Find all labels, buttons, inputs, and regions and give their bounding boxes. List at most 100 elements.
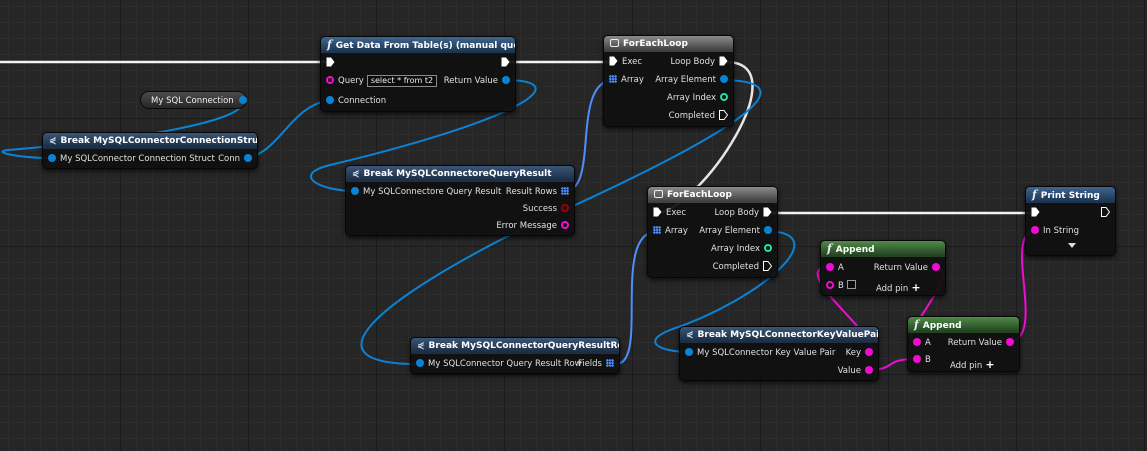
b-pin[interactable]: B bbox=[913, 353, 931, 367]
array-index-pin[interactable]: Array Index bbox=[711, 242, 772, 256]
exec-in-pin[interactable]: Exec bbox=[609, 55, 642, 69]
b-pin[interactable]: B bbox=[826, 279, 856, 293]
object-pin-icon bbox=[48, 154, 56, 162]
conn-out-pin[interactable]: Conn bbox=[218, 152, 252, 166]
foreach-loop-header-1[interactable]: ForEachLoop bbox=[604, 36, 733, 52]
query-result-in-pin[interactable]: My SQLConnectore Query Result bbox=[351, 185, 501, 199]
break-query-result-row-node[interactable]: ⋞ Break MySQLConnectorQueryResultRow My S… bbox=[410, 337, 620, 374]
foreach-loop-node-1[interactable]: ForEachLoop Exec Array Loop Body Array E… bbox=[603, 35, 734, 127]
array-pin-icon bbox=[561, 187, 569, 195]
plus-icon: + bbox=[911, 281, 921, 294]
foreach-loop-node-2[interactable]: ForEachLoop Exec Array Loop Body Array E… bbox=[647, 186, 778, 278]
value-pin[interactable]: Value bbox=[838, 364, 873, 378]
get-data-header[interactable]: f Get Data From Table(s) (manual query) bbox=[321, 37, 515, 53]
result-rows-pin[interactable]: Result Rows bbox=[506, 185, 569, 199]
add-pin-button[interactable]: Add pin + bbox=[950, 358, 995, 372]
array-pin-icon bbox=[609, 75, 617, 83]
completed-pin[interactable]: Completed bbox=[713, 260, 772, 274]
get-data-node[interactable]: f Get Data From Table(s) (manual query) Q… bbox=[320, 36, 516, 112]
break-connection-struct-node[interactable]: ⋞ Break MySQLConnectorConnectionStruct My… bbox=[42, 132, 258, 169]
exec-arrow-icon bbox=[326, 57, 335, 67]
b-input[interactable] bbox=[846, 280, 856, 289]
array-in-pin[interactable]: Array bbox=[653, 224, 688, 238]
object-pin-icon bbox=[685, 348, 693, 356]
connection-pin[interactable]: Connection bbox=[326, 94, 386, 108]
query-pin[interactable]: Query select * from t2 bbox=[326, 74, 438, 88]
macro-icon bbox=[610, 39, 619, 47]
integer-pin-icon bbox=[720, 93, 728, 101]
array-element-pin[interactable]: Array Element bbox=[699, 224, 772, 238]
string-pin-icon bbox=[932, 263, 940, 271]
function-icon: f bbox=[1032, 188, 1037, 201]
exec-in-pin[interactable] bbox=[326, 56, 339, 70]
array-in-pin[interactable]: Array bbox=[609, 73, 644, 87]
key-pin[interactable]: Key bbox=[846, 346, 873, 360]
append-node-1[interactable]: f Append A B Return Value Add pin + bbox=[820, 240, 946, 296]
query-result-row-pin[interactable]: My SQLConnector Query Result Row bbox=[416, 357, 582, 371]
array-index-pin[interactable]: Array Index bbox=[667, 91, 728, 105]
append-header-2[interactable]: f Append bbox=[908, 317, 1019, 333]
exec-arrow-icon bbox=[609, 56, 618, 66]
exec-in-pin[interactable] bbox=[1031, 206, 1044, 220]
break-key-value-pair-header[interactable]: ⋞ Break MySQLConnectorKeyValuePair bbox=[680, 327, 878, 343]
exec-arrow-icon bbox=[763, 207, 772, 217]
string-pin-icon bbox=[1006, 338, 1014, 346]
error-message-pin[interactable]: Error Message bbox=[496, 219, 569, 233]
integer-pin-icon bbox=[764, 244, 772, 252]
plus-icon: + bbox=[985, 358, 995, 371]
object-pin-icon bbox=[351, 187, 359, 195]
success-pin[interactable]: Success bbox=[523, 202, 569, 216]
break-query-result-row-header[interactable]: ⋞ Break MySQLConnectorQueryResultRow bbox=[411, 338, 619, 354]
query-input[interactable]: select * from t2 bbox=[366, 75, 438, 87]
return-value-pin[interactable]: Return Value bbox=[948, 336, 1014, 350]
exec-arrow-icon bbox=[719, 56, 728, 66]
array-element-pin[interactable]: Array Element bbox=[655, 73, 728, 87]
return-value-pin[interactable]: Return Value bbox=[874, 261, 940, 275]
append-node-2[interactable]: f Append A B Return Value Add pin + bbox=[907, 316, 1020, 372]
break-icon: ⋞ bbox=[49, 136, 57, 146]
break-connection-struct-header[interactable]: ⋞ Break MySQLConnectorConnectionStruct bbox=[43, 133, 257, 149]
string-pin-icon bbox=[826, 263, 834, 271]
exec-in-pin[interactable]: Exec bbox=[653, 206, 686, 220]
break-icon: ⋞ bbox=[352, 169, 360, 179]
string-pin-icon bbox=[913, 338, 921, 346]
completed-pin[interactable]: Completed bbox=[669, 109, 728, 123]
function-icon: f bbox=[827, 242, 832, 255]
array-pin-icon bbox=[606, 359, 614, 367]
connection-struct-pin[interactable]: My SQLConnector Connection Struct bbox=[48, 152, 215, 166]
exec-out-pin[interactable] bbox=[1097, 206, 1110, 220]
key-value-pair-in-pin[interactable]: My SQLConnector Key Value Pair bbox=[685, 346, 835, 360]
object-pin-icon bbox=[244, 154, 252, 162]
add-pin-button[interactable]: Add pin + bbox=[876, 281, 921, 295]
exec-out-pin[interactable] bbox=[497, 56, 510, 70]
my-sql-connection-node[interactable]: My SQL Connection bbox=[140, 91, 247, 109]
break-key-value-pair-node[interactable]: ⋞ Break MySQLConnectorKeyValuePair My SQL… bbox=[679, 326, 879, 381]
append-header-1[interactable]: f Append bbox=[821, 241, 945, 257]
string-pin-icon bbox=[865, 366, 873, 374]
boolean-pin-icon bbox=[561, 204, 569, 212]
object-pin-icon bbox=[764, 226, 772, 234]
print-string-header[interactable]: f Print String bbox=[1026, 187, 1115, 203]
exec-arrow-icon bbox=[501, 57, 510, 67]
loop-body-pin[interactable]: Loop Body bbox=[670, 55, 728, 69]
function-icon: f bbox=[914, 318, 919, 331]
expand-advanced-icon[interactable] bbox=[1068, 243, 1076, 248]
string-pin-icon bbox=[826, 281, 834, 289]
object-pin-icon[interactable] bbox=[238, 96, 247, 104]
return-value-pin[interactable]: Return Value bbox=[444, 74, 510, 88]
loop-body-pin[interactable]: Loop Body bbox=[714, 206, 772, 220]
break-query-result-header[interactable]: ⋞ Break MySQLConnectoreQueryResult bbox=[346, 166, 574, 182]
break-query-result-node[interactable]: ⋞ Break MySQLConnectoreQueryResult My SQL… bbox=[345, 165, 575, 236]
a-pin[interactable]: A bbox=[826, 261, 844, 275]
exec-arrow-icon bbox=[653, 207, 662, 217]
object-pin-icon bbox=[502, 76, 510, 84]
string-pin-icon bbox=[913, 355, 921, 363]
in-string-pin[interactable]: In String bbox=[1031, 224, 1079, 238]
a-pin[interactable]: A bbox=[913, 336, 931, 350]
fields-pin[interactable]: Fields bbox=[578, 357, 614, 371]
array-pin-icon bbox=[653, 226, 661, 234]
exec-arrow-outline-icon bbox=[719, 110, 728, 120]
foreach-loop-header-2[interactable]: ForEachLoop bbox=[648, 187, 777, 203]
print-string-node[interactable]: f Print String In String bbox=[1025, 186, 1116, 256]
string-pin-icon bbox=[326, 76, 334, 84]
